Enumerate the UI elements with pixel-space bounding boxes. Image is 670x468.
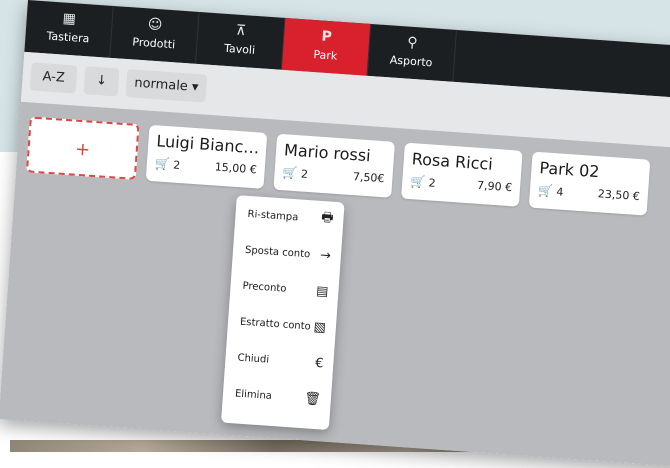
cart-icon: 🛒 [537,183,554,199]
tab-prodotti[interactable]: ☺ Prodotti [110,5,200,64]
menu-item-label: Sposta conto [244,244,311,260]
order-card[interactable]: Park 02 🛒 4 23,50 € [528,151,651,216]
tab-label: Tavoli [223,41,256,57]
park-icon: P [320,28,333,46]
tab-label: Park [313,48,338,63]
trash-icon: 🗑 [303,390,322,407]
tab-tavoli[interactable]: ⊼ Tavoli [195,11,286,70]
order-name: Mario rossi [283,140,372,166]
table-icon: ⊼ [235,22,247,40]
menu-item-label: Chiudi [237,352,270,366]
order-total: 7,90 € [476,178,513,195]
order-total: 15,00 € [214,160,258,177]
order-card[interactable]: Rosa Ricci 🛒 2 7,90 € [401,142,523,207]
tab-label: Asporto [389,53,433,70]
order-name: Park 02 [538,158,601,182]
tab-asporto[interactable]: ⚲ Asporto [367,23,457,82]
menu-item-label: Elimina [234,387,273,402]
order-item-count: 2 [300,167,309,181]
sort-az-button[interactable]: A-Z [29,62,78,94]
arrow-down-icon: ↓ [95,72,108,89]
euro-icon: € [314,355,324,371]
cart-icon: 🛒 [282,165,299,181]
order-name: Rosa Ricci [411,149,494,174]
order-name: Luigi Bianc… [155,131,259,158]
tab-tastiera[interactable]: ▦ Tastiera [24,0,114,58]
printer-icon: 🖶 [320,210,335,226]
arrow-right-icon: → [319,247,332,264]
order-context-menu: Ri-stampa 🖶 Sposta conto → Preconto ▤ Es… [220,195,345,431]
order-total: 7,50€ [352,170,385,186]
order-item-count: 2 [428,176,437,190]
tab-label: Tastiera [46,29,90,46]
food-icon: ☺ [147,16,163,34]
add-order-card[interactable]: + [25,116,140,180]
tab-label: Prodotti [131,35,176,52]
takeaway-icon: ⚲ [406,34,419,52]
menu-item-label: Ri-stampa [247,208,299,223]
order-item-count: 4 [555,185,564,199]
view-mode-dropdown[interactable]: normale ▾ [125,69,208,103]
cart-icon: 🛒 [154,156,171,172]
order-card[interactable]: Luigi Bianc… 🛒 2 15,00 € [145,124,268,189]
sort-direction-button[interactable]: ↓ [83,66,120,97]
order-item-count: 2 [172,158,181,173]
menu-item-elimina[interactable]: Elimina 🗑 [222,375,332,418]
tab-park[interactable]: P Park [281,17,372,76]
keyboard-icon: ▦ [62,10,77,28]
order-card[interactable]: Mario rossi 🛒 2 7,50€ [273,133,395,198]
menu-item-label: Estratto conto [239,316,312,333]
document-icon: ▧ [313,319,327,336]
menu-item-label: Preconto [242,280,287,295]
tablet-screen: ▦ Tastiera ☺ Prodotti ⊼ Tavoli P Park ⚲ … [0,0,670,468]
receipt-icon: ▤ [315,283,329,300]
cart-icon: 🛒 [409,174,426,190]
parked-orders-area: + Luigi Bianc… 🛒 2 15,00 € Mario rossi 🛒… [0,101,670,468]
order-total: 23,50 € [597,187,641,204]
